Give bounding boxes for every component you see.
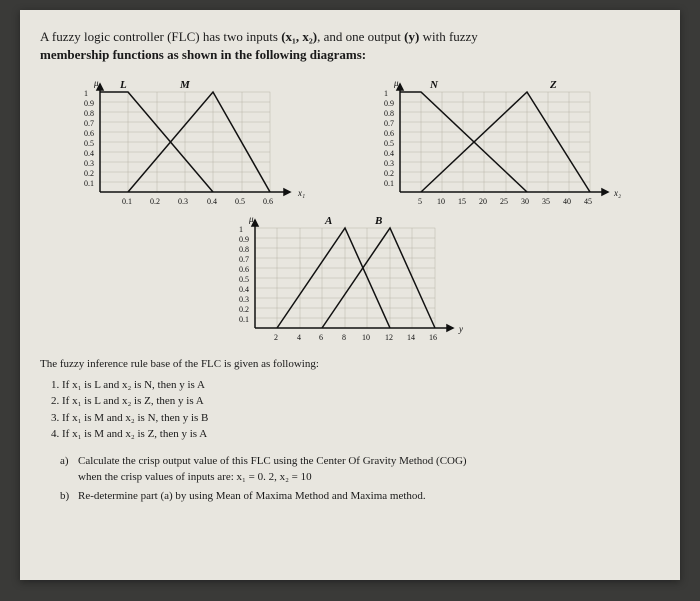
question-label: b) — [60, 488, 78, 505]
questions-section: a) Calculate the crisp output value of t… — [60, 453, 660, 505]
svg-text:0.4: 0.4 — [384, 149, 394, 158]
svg-text:0.5: 0.5 — [84, 139, 94, 148]
svg-text:0.3: 0.3 — [384, 159, 394, 168]
mf-label-A: A — [324, 215, 332, 227]
svg-text:0.1: 0.1 — [239, 315, 249, 324]
svg-text:0.3: 0.3 — [178, 197, 188, 206]
svg-text:0.9: 0.9 — [84, 99, 94, 108]
grid — [255, 228, 435, 328]
output-symbol: (y) — [404, 29, 419, 44]
svg-text:0.7: 0.7 — [239, 255, 249, 264]
x-axis-label: y — [458, 324, 463, 334]
mf-label-Z: Z — [549, 79, 557, 91]
problem-header: A fuzzy logic controller (FLC) has two i… — [40, 28, 660, 64]
rule-item: If x₁ is L and x₂ is Z, then y is A — [62, 393, 660, 410]
mf-label-B: B — [374, 215, 382, 227]
svg-text:0.5: 0.5 — [235, 197, 245, 206]
chart-x1-svg: μ x₁ L M 1 0.9 0.8 0.7 0.6 0.5 0.4 0.3 0… — [70, 78, 310, 208]
svg-text:0.5: 0.5 — [239, 275, 249, 284]
x-axis-label: x₂ — [613, 188, 621, 198]
svg-text:0.2: 0.2 — [150, 197, 160, 206]
chart-x1: μ x₁ L M 1 0.9 0.8 0.7 0.6 0.5 0.4 0.3 0… — [70, 78, 310, 208]
svg-text:1: 1 — [84, 89, 88, 98]
svg-text:0.3: 0.3 — [239, 295, 249, 304]
svg-text:0.8: 0.8 — [84, 109, 94, 118]
mf-label-N: N — [429, 79, 439, 91]
y-axis-label: μ — [393, 78, 399, 88]
svg-text:6: 6 — [319, 333, 323, 342]
svg-text:0.8: 0.8 — [384, 109, 394, 118]
rule-item: If x₁ is M and x₂ is Z, then y is A — [62, 426, 660, 443]
svg-text:1: 1 — [384, 89, 388, 98]
question-b: b) Re-determine part (a) by using Mean o… — [60, 488, 660, 505]
chart-y: μ y A B 1 0.9 0.8 0.7 0.6 0.5 0.4 0.3 0.… — [225, 214, 475, 344]
svg-text:0.9: 0.9 — [239, 235, 249, 244]
svg-text:25: 25 — [500, 197, 508, 206]
chart-row-bottom: μ y A B 1 0.9 0.8 0.7 0.6 0.5 0.4 0.3 0.… — [40, 214, 660, 344]
chart-x2: μ x₂ N Z 1 0.9 0.8 0.7 0.6 0.5 0.4 0.3 0… — [370, 78, 630, 208]
svg-text:5: 5 — [418, 197, 422, 206]
svg-text:0.2: 0.2 — [239, 305, 249, 314]
question-text: Calculate the crisp output value of this… — [78, 455, 467, 467]
charts-row-top: μ x₁ L M 1 0.9 0.8 0.7 0.6 0.5 0.4 0.3 0… — [40, 78, 660, 208]
svg-text:10: 10 — [362, 333, 370, 342]
svg-text:15: 15 — [458, 197, 466, 206]
question-label: a) — [60, 453, 78, 486]
svg-text:0.5: 0.5 — [384, 139, 394, 148]
svg-text:40: 40 — [563, 197, 571, 206]
svg-text:0.6: 0.6 — [84, 129, 94, 138]
svg-text:0.8: 0.8 — [239, 245, 249, 254]
svg-text:2: 2 — [274, 333, 278, 342]
svg-text:10: 10 — [437, 197, 445, 206]
question-text: Re-determine part (a) by using Mean of M… — [78, 488, 426, 505]
question-a: a) Calculate the crisp output value of t… — [60, 453, 660, 486]
y-axis-label: μ — [248, 214, 254, 224]
svg-text:0.9: 0.9 — [384, 99, 394, 108]
svg-text:0.7: 0.7 — [84, 119, 94, 128]
mf-label-M: M — [179, 79, 191, 91]
svg-text:1: 1 — [239, 225, 243, 234]
rule-item: If x₁ is M and x₂ is N, then y is B — [62, 410, 660, 427]
grid — [400, 92, 590, 192]
svg-text:20: 20 — [479, 197, 487, 206]
page: A fuzzy logic controller (FLC) has two i… — [20, 10, 680, 580]
svg-text:0.1: 0.1 — [384, 179, 394, 188]
svg-text:0.1: 0.1 — [84, 179, 94, 188]
rules-section: The fuzzy inference rule base of the FLC… — [40, 356, 660, 443]
x-axis-label: x₁ — [297, 188, 305, 198]
svg-text:0.4: 0.4 — [207, 197, 217, 206]
svg-text:30: 30 — [521, 197, 529, 206]
svg-text:0.7: 0.7 — [384, 119, 394, 128]
svg-text:14: 14 — [407, 333, 415, 342]
svg-text:4: 4 — [297, 333, 301, 342]
mf-label-L: L — [119, 79, 127, 91]
rule-item: If x₁ is L and x₂ is N, then y is A — [62, 377, 660, 394]
svg-text:0.2: 0.2 — [384, 169, 394, 178]
svg-text:0.6: 0.6 — [384, 129, 394, 138]
svg-text:12: 12 — [385, 333, 393, 342]
y-axis-label: μ — [93, 78, 99, 88]
svg-text:45: 45 — [584, 197, 592, 206]
chart-x2-svg: μ x₂ N Z 1 0.9 0.8 0.7 0.6 0.5 0.4 0.3 0… — [370, 78, 630, 208]
svg-text:0.6: 0.6 — [239, 265, 249, 274]
header-line2: membership functions as shown in the fol… — [40, 47, 366, 62]
svg-text:0.3: 0.3 — [84, 159, 94, 168]
inputs-symbol: (x₁, x₂) — [281, 29, 317, 44]
svg-text:35: 35 — [542, 197, 550, 206]
question-text: when the crisp values of inputs are: x₁ … — [78, 471, 312, 483]
chart-y-svg: μ y A B 1 0.9 0.8 0.7 0.6 0.5 0.4 0.3 0.… — [225, 214, 475, 344]
svg-text:0.4: 0.4 — [84, 149, 94, 158]
rules-list: If x₁ is L and x₂ is N, then y is A If x… — [62, 377, 660, 443]
svg-text:0.6: 0.6 — [263, 197, 273, 206]
rules-intro: The fuzzy inference rule base of the FLC… — [40, 356, 660, 373]
header-text: A fuzzy logic controller (FLC) has two i… — [40, 29, 281, 44]
svg-text:0.4: 0.4 — [239, 285, 249, 294]
svg-text:0.1: 0.1 — [122, 197, 132, 206]
grid — [100, 92, 270, 192]
header-text: , and one output — [317, 29, 404, 44]
header-text: with fuzzy — [419, 29, 477, 44]
svg-text:8: 8 — [342, 333, 346, 342]
svg-text:0.2: 0.2 — [84, 169, 94, 178]
svg-text:16: 16 — [429, 333, 437, 342]
